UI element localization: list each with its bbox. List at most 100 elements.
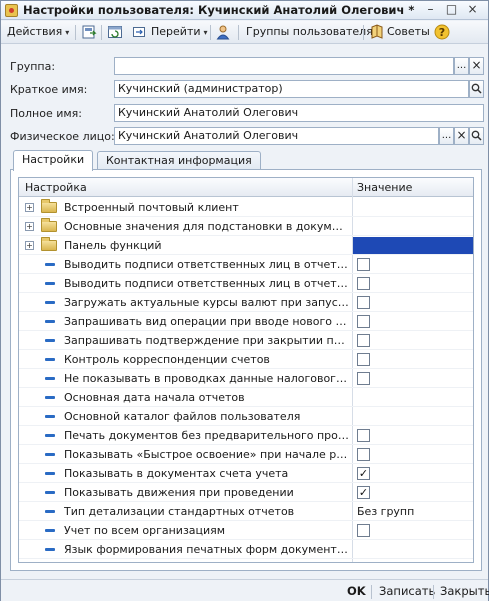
user-icon[interactable] (215, 24, 231, 40)
checkbox[interactable] (357, 258, 370, 271)
table-row[interactable]: Показывать в документах счета учета ✓ (19, 464, 473, 483)
checkbox[interactable] (357, 315, 370, 328)
tab-settings[interactable]: Настройки (13, 150, 94, 171)
setting-name: Выводить подписи ответственных лиц в отч… (64, 277, 349, 290)
checkbox[interactable] (357, 448, 370, 461)
table-row[interactable]: Показывать движения при проведении ✓ (19, 483, 473, 502)
table-row[interactable]: Тип детализации стандартных отчетов Без г… (19, 502, 473, 521)
tips-button[interactable]: Советы (369, 24, 430, 41)
toolbar-separator (238, 25, 239, 40)
table-row[interactable]: Запрашивать подтверждение при закрытии п… (19, 331, 473, 350)
setting-item-icon (45, 377, 55, 380)
table-row[interactable]: + Встроенный почтовый клиент (19, 198, 473, 217)
close-button[interactable]: Закрыть (440, 584, 489, 598)
person-search-button[interactable] (469, 127, 484, 145)
help-icon[interactable]: ? (434, 24, 450, 40)
table-row[interactable]: Выводить подписи ответственных лиц в отч… (19, 274, 473, 293)
ok-button[interactable]: OK (347, 584, 366, 598)
checkbox[interactable] (357, 296, 370, 309)
checkbox[interactable] (357, 429, 370, 442)
setting-name: Запрашивать вид операции при вводе новог… (64, 315, 349, 328)
setting-value[interactable] (353, 540, 473, 559)
group-select-button[interactable]: ... (454, 57, 469, 75)
table-row[interactable]: Учет по всем организациям (19, 521, 473, 540)
toolbar-separator (363, 25, 364, 40)
close-window-button[interactable]: × (465, 3, 480, 17)
tab-contact-info[interactable]: Контактная информация (97, 151, 261, 170)
setting-name: Основной каталог файлов пользователя (64, 410, 301, 423)
full-name-field[interactable]: Кучинский Анатолий Олегович (114, 104, 484, 122)
folder-icon (41, 237, 57, 251)
maximize-button[interactable]: □ (444, 3, 459, 17)
person-clear-button[interactable]: × (454, 127, 469, 145)
checked-checkbox[interactable]: ✓ (357, 467, 370, 480)
short-name-field[interactable]: Кучинский (администратор) (114, 80, 469, 98)
checkbox[interactable] (357, 334, 370, 347)
expand-icon[interactable]: + (25, 222, 34, 231)
footer-separator (433, 585, 434, 599)
settings-tab-panel: Настройка Значение + Встроенный почтовый … (10, 169, 482, 571)
footer-separator (371, 585, 372, 599)
table-row[interactable]: + Основные значения для подстановки в док… (19, 217, 473, 236)
table-header: Настройка Значение (19, 178, 473, 197)
setting-item-icon (45, 453, 55, 456)
setting-item-icon (45, 491, 55, 494)
table-row[interactable]: Не показывать в проводках данные налогов… (19, 369, 473, 388)
setting-item-icon (45, 434, 55, 437)
toolbar: Действия ▾ Перейти ▾ Группы пользователя… (1, 21, 488, 44)
table-row[interactable]: Основной каталог файлов пользователя (19, 407, 473, 426)
column-header-value[interactable]: Значение (353, 178, 412, 197)
setting-name: Основная дата начала отчетов (64, 391, 245, 404)
table-row[interactable]: Печать документов без предварительного п… (19, 426, 473, 445)
minimize-button[interactable]: – (423, 3, 438, 17)
user-groups-button[interactable]: Группы пользователя (246, 24, 373, 41)
short-name-search-button[interactable] (469, 80, 484, 98)
goto-menu-label: Перейти (151, 25, 201, 38)
table-row[interactable]: Основная дата начала отчетов (19, 388, 473, 407)
column-header-setting[interactable]: Настройка (21, 178, 87, 197)
checkbox[interactable] (357, 372, 370, 385)
table-row[interactable]: + Панель функций (19, 236, 473, 255)
toolbar-separator (210, 25, 211, 40)
setting-value[interactable] (353, 388, 473, 407)
checkbox[interactable] (357, 524, 370, 537)
setting-item-icon (45, 510, 55, 513)
goto-menu-button[interactable]: Перейти ▾ (131, 24, 208, 41)
group-label: Группа: (10, 60, 56, 73)
actions-menu-label: Действия (7, 25, 63, 38)
group-field[interactable] (114, 57, 454, 75)
expand-icon[interactable]: + (25, 241, 34, 250)
setting-item-icon (45, 358, 55, 361)
person-field[interactable]: Кучинский Анатолий Олегович (114, 127, 439, 145)
expand-icon[interactable]: + (25, 203, 34, 212)
checked-checkbox[interactable]: ✓ (357, 486, 370, 499)
setting-name: Показывать движения при проведении (64, 486, 294, 499)
folder-icon (41, 218, 57, 232)
table-row[interactable]: Загружать актуальные курсы валют при зап… (19, 293, 473, 312)
table-row[interactable]: Выводить подписи ответственных лиц в отч… (19, 255, 473, 274)
table-row[interactable]: Показывать «Быстрое освоение» при начале… (19, 445, 473, 464)
checkbox[interactable] (357, 353, 370, 366)
setting-name: Показывать в документах счета учета (64, 467, 289, 480)
save-button[interactable]: Записать (379, 584, 435, 598)
tips-label: Советы (387, 25, 430, 38)
form-footer: OK Записать Закрыть (1, 579, 489, 601)
setting-value[interactable]: Без групп (353, 502, 473, 521)
group-clear-button[interactable]: × (469, 57, 484, 75)
save-and-close-icon[interactable] (81, 24, 97, 40)
full-name-label: Полное имя: (10, 107, 82, 120)
checkbox[interactable] (357, 277, 370, 290)
app-icon (5, 4, 18, 17)
actions-menu-button[interactable]: Действия ▾ (7, 24, 69, 41)
table-row[interactable]: Запрашивать вид операции при вводе новог… (19, 312, 473, 331)
table-row[interactable]: Контроль корреспонденции счетов (19, 350, 473, 369)
selected-value-cell[interactable] (353, 237, 473, 254)
setting-name: Тип детализации стандартных отчетов (64, 505, 295, 518)
table-row[interactable]: Язык формирования печатных форм документ… (19, 540, 473, 559)
person-select-button[interactable]: ... (439, 127, 454, 145)
setting-value[interactable] (353, 407, 473, 426)
refresh-form-icon[interactable] (107, 24, 123, 40)
chevron-down-icon: ▾ (65, 28, 70, 37)
search-icon (471, 83, 482, 94)
setting-name: Учет по всем организациям (64, 524, 226, 537)
